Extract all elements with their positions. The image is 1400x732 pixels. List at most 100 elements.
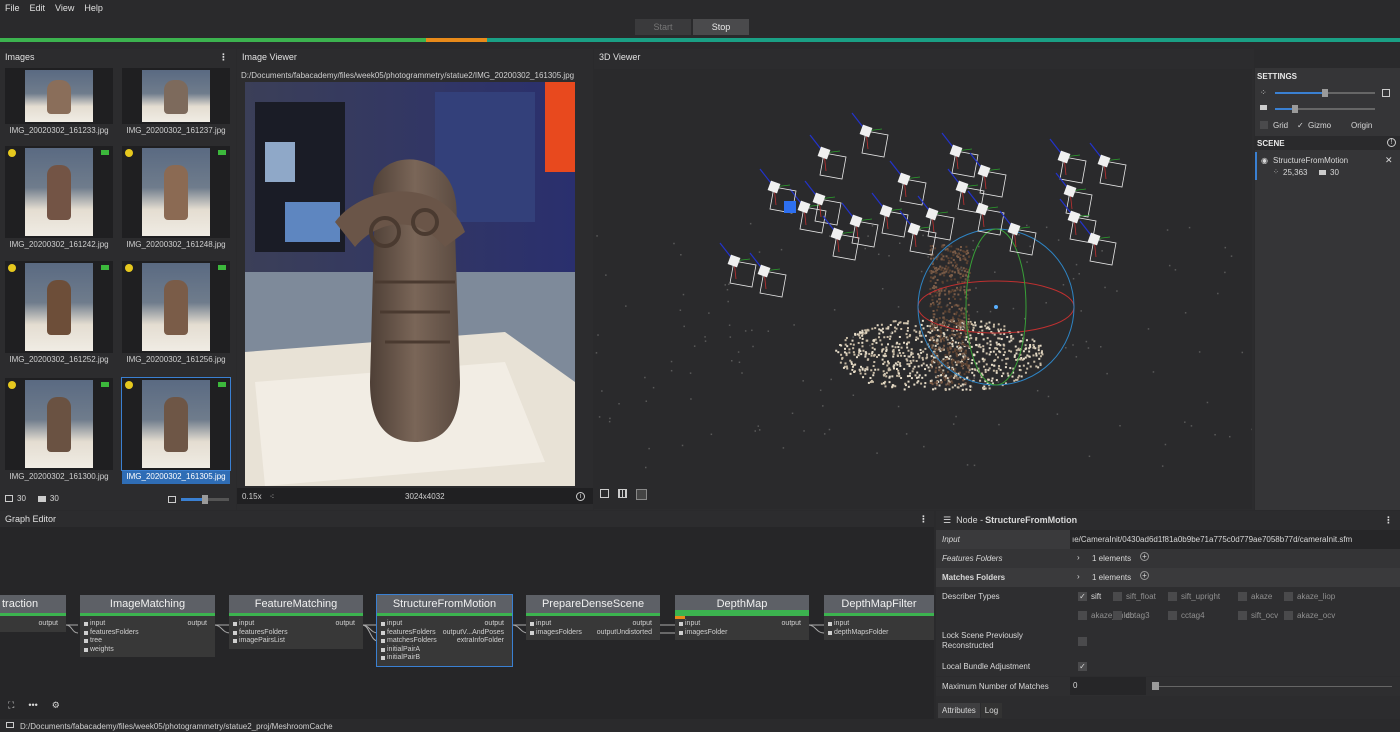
info-icon[interactable]: i: [576, 491, 585, 501]
camera-scale-handle[interactable]: [1292, 105, 1298, 113]
image-thumbnail[interactable]: IMG_20020302_161233.jpg: [5, 68, 113, 138]
input-port[interactable]: input: [529, 620, 551, 627]
graph-node-structurefrommotion[interactable]: StructureFromMotion input featuresFolders m…: [376, 594, 513, 667]
input-port[interactable]: matchesFolders: [381, 637, 437, 644]
visibility-eye-icon[interactable]: ◉: [1261, 156, 1268, 165]
scene-item-structurefrommotion[interactable]: ◉ StructureFromMotion ✕ ⁘ 25,363 30: [1255, 152, 1400, 180]
graph-node-traction[interactable]: traction output: [0, 595, 66, 632]
view-wireframe-icon[interactable]: [618, 489, 627, 498]
describer-checkbox[interactable]: [1238, 592, 1247, 601]
graph-node-featurematching[interactable]: FeatureMatching input featuresFolders image…: [229, 595, 363, 649]
stop-button[interactable]: Stop: [693, 19, 749, 35]
describer-checkbox[interactable]: [1168, 592, 1177, 601]
camera-frustum[interactable]: [809, 134, 847, 180]
tab-attributes[interactable]: Attributes: [938, 703, 980, 718]
graph-settings-icon[interactable]: ⚙: [52, 700, 60, 711]
graph-node-imagematching[interactable]: ImageMatching input featuresFolders tree wei…: [80, 595, 215, 657]
cache-path[interactable]: D:/Documents/fabacademy/files/week05/pho…: [20, 722, 333, 731]
camera-frustum[interactable]: [967, 190, 1005, 236]
point-size-slider[interactable]: [1275, 89, 1375, 97]
menu-file[interactable]: File: [0, 3, 25, 13]
output-port[interactable]: output: [188, 620, 207, 627]
attribute-menu-icon[interactable]: ⋮: [1384, 515, 1393, 526]
lock-scene-checkbox[interactable]: [1078, 637, 1087, 646]
graph-node-preparedensescene[interactable]: PrepareDenseScene input imagesFolders outpu…: [526, 595, 660, 640]
image-display[interactable]: [245, 82, 575, 486]
output-port[interactable]: output: [485, 620, 504, 627]
image-thumbnail[interactable]: IMG_20200302_161237.jpg: [122, 68, 230, 138]
describer-checkbox[interactable]: [1168, 611, 1177, 620]
input-port[interactable]: featuresFolders: [84, 629, 139, 636]
fit-view-icon[interactable]: ⛶: [8, 700, 14, 711]
thumbnail-size-slider[interactable]: [181, 495, 229, 504]
local-bundle-checkbox[interactable]: ✓: [1078, 662, 1087, 671]
metadata-icon[interactable]: ⁖: [270, 492, 275, 501]
input-port[interactable]: imagesFolder: [678, 629, 727, 636]
image-thumbnail[interactable]: IMG_20200302_161256.jpg: [122, 261, 230, 367]
graph-node-depthmap[interactable]: DepthMap input imagesFolder output: [675, 595, 809, 640]
input-port[interactable]: weights: [84, 646, 114, 653]
describer-checkbox[interactable]: [1113, 592, 1122, 601]
input-port[interactable]: imagePairsList: [233, 637, 285, 644]
graph-node-depthmapfilter[interactable]: DepthMapFilter input depthMapsFolder: [824, 595, 934, 640]
output-port[interactable]: outputV...AndPoses: [443, 629, 504, 636]
scene-info-icon[interactable]: !: [1387, 138, 1396, 147]
point-size-handle[interactable]: [1322, 89, 1328, 97]
camera-frustum[interactable]: [1055, 172, 1093, 218]
input-port[interactable]: input: [678, 620, 700, 627]
camera-frustum[interactable]: [969, 152, 1007, 198]
input-port[interactable]: initialPairA: [380, 646, 420, 653]
input-port[interactable]: input: [232, 620, 254, 627]
input-port[interactable]: imagesFolders: [530, 629, 582, 636]
gizmo-checkbox[interactable]: ✓: [1297, 121, 1304, 130]
view-textured-icon[interactable]: [636, 489, 647, 500]
camera-scale-slider[interactable]: [1275, 105, 1375, 113]
input-port[interactable]: input: [380, 620, 402, 627]
start-button[interactable]: Start: [635, 19, 691, 35]
menu-view[interactable]: View: [50, 3, 79, 13]
attr-input-field[interactable]: ıe/CameraInit/0430ad6d1f81a0b9be71a775c0…: [1070, 530, 1400, 549]
camera-frustum[interactable]: [719, 242, 757, 288]
3d-viewport[interactable]: [594, 69, 1253, 509]
image-thumbnail[interactable]: IMG_20200302_161305.jpg: [121, 377, 231, 484]
describer-checkbox[interactable]: [1113, 611, 1122, 620]
max-matches-input[interactable]: 0: [1070, 677, 1146, 695]
grid-checkbox[interactable]: [1260, 121, 1268, 129]
camera-frustum[interactable]: [851, 112, 889, 158]
camera-frustum[interactable]: [749, 252, 787, 298]
output-port[interactable]: outputUndistorted: [597, 629, 652, 636]
menu-help[interactable]: Help: [79, 3, 108, 13]
view-solid-icon[interactable]: [600, 489, 609, 498]
image-thumbnail[interactable]: IMG_20200302_161248.jpg: [122, 146, 230, 252]
camera-frustum[interactable]: [1049, 138, 1087, 184]
input-port[interactable]: initialPairB: [380, 654, 420, 661]
tab-log[interactable]: Log: [980, 703, 1003, 718]
add-features-icon[interactable]: +: [1140, 552, 1149, 561]
thumbnail-size-handle[interactable]: [202, 495, 208, 504]
camera-frustum[interactable]: [804, 180, 842, 226]
selected-camera[interactable]: [784, 201, 796, 213]
describer-checkbox[interactable]: [1238, 611, 1247, 620]
input-port[interactable]: tree: [83, 637, 102, 644]
origin-button[interactable]: Origin: [1351, 121, 1372, 130]
input-port[interactable]: featuresFolders: [233, 629, 288, 636]
image-thumbnail[interactable]: IMG_20200302_161242.jpg: [5, 146, 113, 252]
input-port[interactable]: depthMapsFolder: [827, 629, 888, 636]
expand-features-icon[interactable]: ›: [1077, 553, 1080, 562]
output-port[interactable]: output: [633, 620, 652, 627]
more-options-icon[interactable]: ⋮: [219, 52, 228, 63]
output-port[interactable]: output: [39, 620, 58, 627]
image-thumbnail[interactable]: IMG_20200302_161300.jpg: [5, 378, 113, 484]
fixed-size-icon[interactable]: [1382, 89, 1390, 97]
camera-frustum[interactable]: [941, 132, 979, 178]
describer-checkbox[interactable]: ✓: [1078, 592, 1087, 601]
camera-frustum[interactable]: [1079, 220, 1117, 266]
more-icon[interactable]: •••: [28, 700, 37, 711]
remove-scene-item-icon[interactable]: ✕: [1385, 155, 1393, 166]
output-port[interactable]: extraInfoFolder: [457, 637, 504, 644]
expand-matches-icon[interactable]: ›: [1077, 572, 1080, 581]
input-port[interactable]: input: [827, 620, 849, 627]
add-matches-icon[interactable]: +: [1140, 571, 1149, 580]
describer-checkbox[interactable]: [1078, 611, 1087, 620]
output-port[interactable]: output: [782, 620, 801, 627]
